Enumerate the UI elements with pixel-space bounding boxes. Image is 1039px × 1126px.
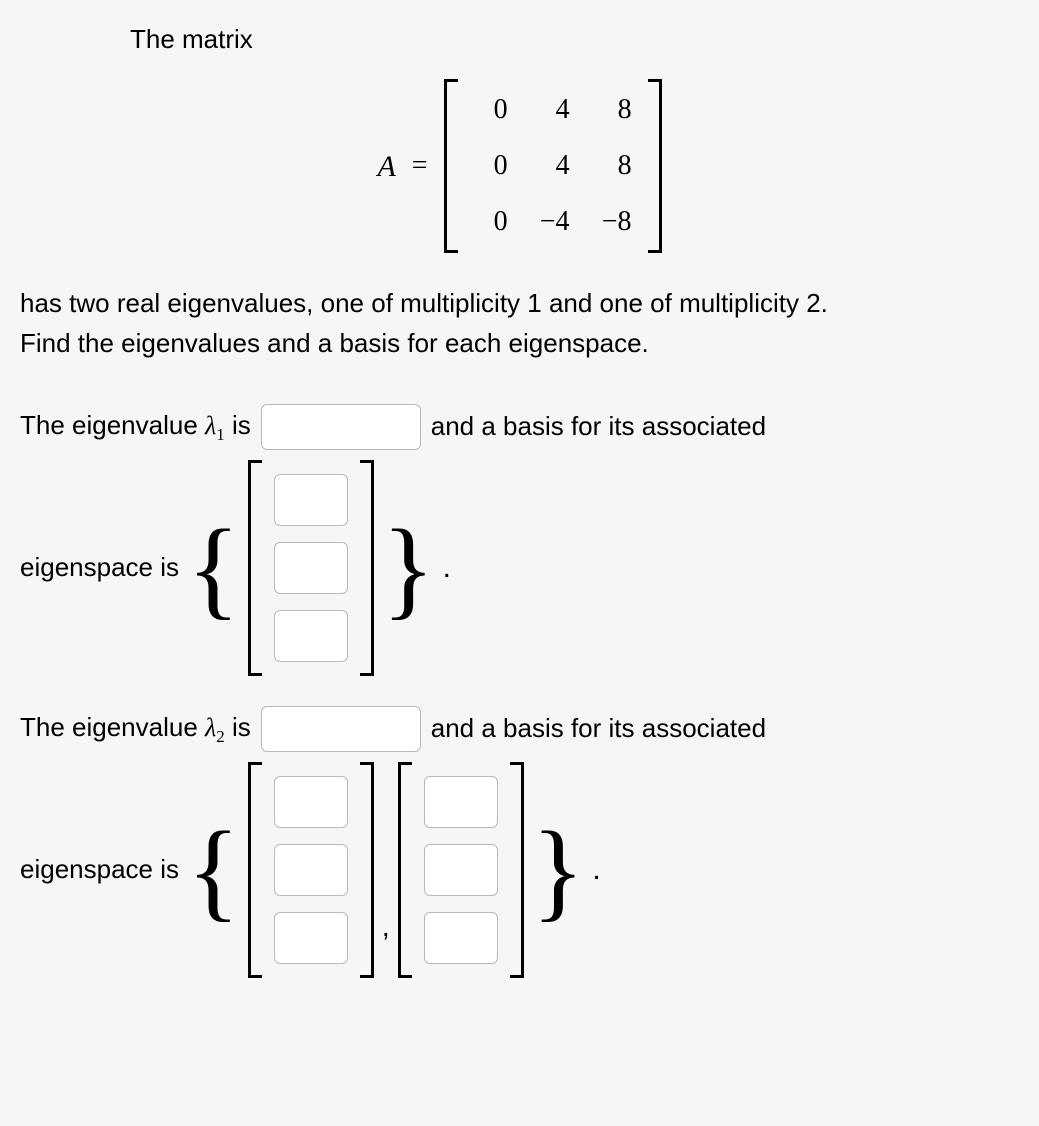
matrix-cell: 0 <box>474 89 508 131</box>
matrix-cell: −8 <box>598 201 632 243</box>
left-brace-icon: { <box>187 524 240 612</box>
eigenvalue-2-line: The eigenvalue λ2 is and a basis for its… <box>20 706 1019 752</box>
para-line2: Find the eigenvalues and a basis for eac… <box>20 328 649 358</box>
left-bracket-icon <box>248 762 262 978</box>
vector1-entry-1[interactable] <box>274 474 348 526</box>
vector2a-entry-2[interactable] <box>274 844 348 896</box>
matrix-label: A <box>377 144 395 189</box>
matrix-cell: 4 <box>536 145 570 187</box>
matrix-cell: 0 <box>474 145 508 187</box>
matrix-cell: −4 <box>536 201 570 243</box>
eigenvalue-2-input[interactable] <box>261 706 421 752</box>
matrix-cell: 8 <box>598 89 632 131</box>
left-bracket-icon <box>248 460 262 676</box>
vector1-entry-3[interactable] <box>274 610 348 662</box>
q1-suffix: and a basis for its associated <box>431 407 766 446</box>
eigenvalue-1-input[interactable] <box>261 404 421 450</box>
left-bracket-icon <box>444 79 458 253</box>
vector2b-entry-2[interactable] <box>424 844 498 896</box>
eigenspace-1-row: eigenspace is { } . <box>20 460 1019 676</box>
eigenspace-2-row: eigenspace is { , } . <box>20 762 1019 978</box>
period: . <box>443 545 451 590</box>
period: . <box>592 847 600 892</box>
vector2b-entry-1[interactable] <box>424 776 498 828</box>
basis-vector-2a <box>248 762 374 978</box>
q2-suffix: and a basis for its associated <box>431 709 766 748</box>
matrix-cell: 8 <box>598 145 632 187</box>
basis-vector-2b <box>398 762 524 978</box>
matrix-cell: 0 <box>474 201 508 243</box>
right-bracket-icon <box>360 762 374 978</box>
q2-prefix: The eigenvalue <box>20 712 205 742</box>
equals-sign: = <box>412 145 428 187</box>
problem-description: has two real eigenvalues, one of multipl… <box>20 283 1019 364</box>
matrix-cell: 4 <box>536 89 570 131</box>
matrix-A: 0 4 8 0 4 8 0 −4 −8 <box>444 79 662 253</box>
para-line1: has two real eigenvalues, one of multipl… <box>20 288 828 318</box>
basis-vector-1 <box>248 460 374 676</box>
right-bracket-icon <box>360 460 374 676</box>
left-bracket-icon <box>398 762 412 978</box>
lambda-symbol: λ <box>205 411 216 440</box>
eigenvalue-1-line: The eigenvalue λ1 is and a basis for its… <box>20 404 1019 450</box>
vector2b-entry-3[interactable] <box>424 912 498 964</box>
right-bracket-icon <box>648 79 662 253</box>
right-brace-icon: } <box>382 524 435 612</box>
right-brace-icon: } <box>532 826 585 914</box>
q1-is: is <box>225 410 251 440</box>
lambda-symbol: λ <box>205 713 216 742</box>
vector2a-entry-3[interactable] <box>274 912 348 964</box>
vector1-entry-2[interactable] <box>274 542 348 594</box>
q1-prefix: The eigenvalue <box>20 410 205 440</box>
lambda-subscript: 1 <box>216 425 224 444</box>
q2-is: is <box>225 712 251 742</box>
left-brace-icon: { <box>187 826 240 914</box>
eigenspace-1-label: eigenspace is <box>20 548 179 587</box>
intro-text: The matrix <box>130 20 1019 59</box>
matrix-equation: A = 0 4 8 0 4 8 0 −4 −8 <box>20 79 1019 253</box>
comma: , <box>382 906 390 978</box>
lambda-subscript: 2 <box>216 727 224 746</box>
eigenspace-2-label: eigenspace is <box>20 850 179 889</box>
right-bracket-icon <box>510 762 524 978</box>
vector2a-entry-1[interactable] <box>274 776 348 828</box>
